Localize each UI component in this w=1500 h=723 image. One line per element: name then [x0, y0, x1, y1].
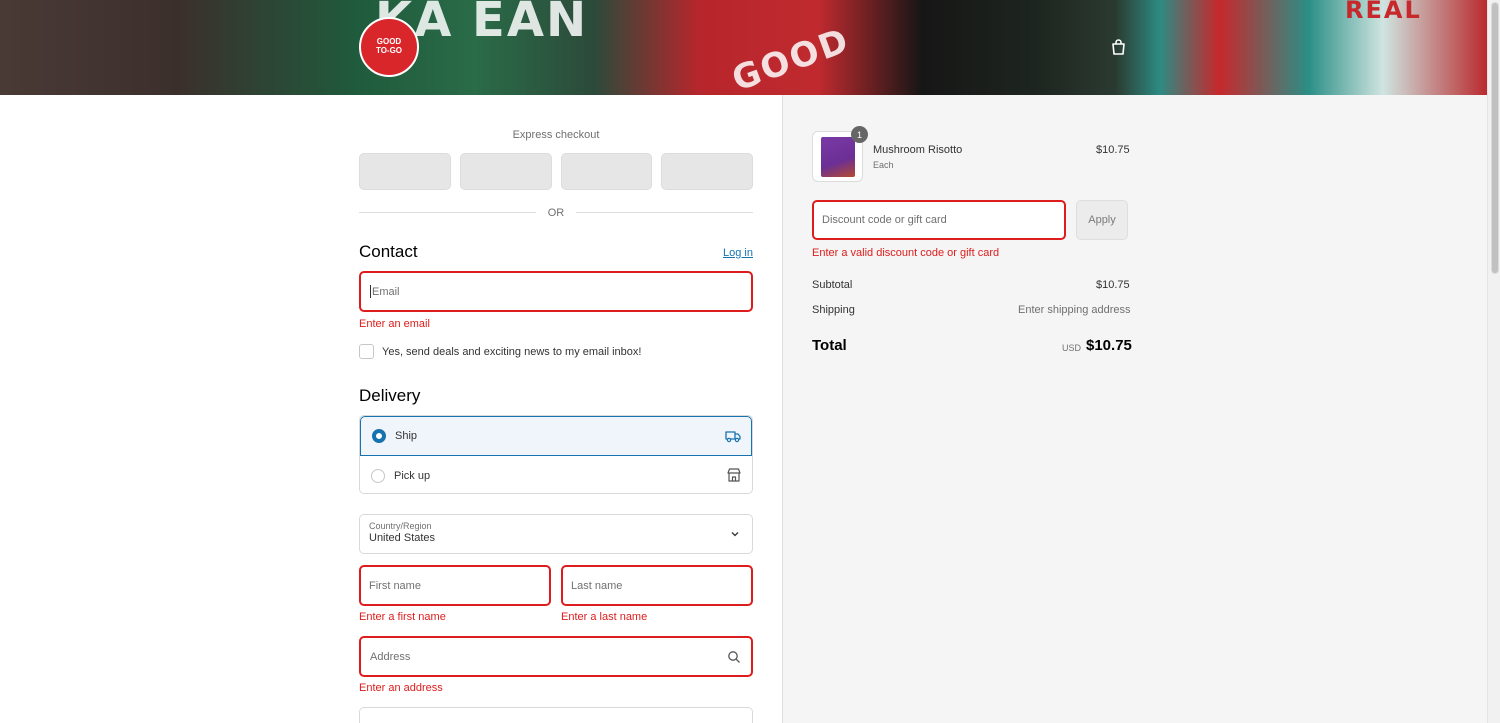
page-scrollbar[interactable]	[1487, 0, 1500, 723]
first-name-field[interactable]: First name	[359, 565, 551, 606]
divider-line	[576, 212, 753, 213]
quantity-badge: 1	[851, 126, 868, 143]
first-name-error: Enter a first name	[359, 611, 446, 623]
logo-text: GOOD TO-GO	[375, 37, 403, 55]
address-error: Enter an address	[359, 682, 443, 694]
delivery-heading: Delivery	[359, 386, 421, 405]
product-thumbnail: 1	[812, 126, 868, 182]
marketing-optin[interactable]: Yes, send deals and exciting news to my …	[359, 344, 641, 359]
product-image	[821, 137, 855, 177]
brand-logo[interactable]: GOOD TO-GO	[359, 17, 419, 77]
delivery-option-pickup[interactable]: Pick up	[360, 456, 752, 493]
express-checkout-buttons	[359, 153, 753, 190]
currency-code: USD	[1062, 343, 1082, 353]
search-icon	[728, 651, 740, 663]
last-name-placeholder: Last name	[571, 579, 623, 592]
discount-placeholder: Discount code or gift card	[822, 214, 947, 226]
express-checkout-label: Express checkout	[512, 129, 600, 141]
discount-error: Enter a valid discount code or gift card	[812, 247, 1000, 259]
last-name-field[interactable]: Last name	[561, 565, 753, 606]
product-name: Mushroom Risotto	[873, 144, 963, 156]
marketing-checkbox[interactable]	[359, 344, 374, 359]
pickup-label: Pick up	[394, 469, 431, 482]
email-error: Enter an email	[359, 318, 430, 330]
banner-package-text: REAL	[1345, 0, 1422, 24]
subtotal-value: $10.75	[1096, 279, 1130, 291]
address-field[interactable]: Address	[359, 636, 753, 677]
store-icon	[727, 468, 741, 482]
marketing-optin-label: Yes, send deals and exciting news to my …	[382, 345, 642, 358]
express-pay-button[interactable]	[661, 153, 753, 190]
or-divider: OR	[359, 207, 753, 219]
address-placeholder: Address	[370, 650, 411, 663]
first-name-placeholder: First name	[369, 579, 421, 592]
login-link[interactable]: Log in	[723, 247, 753, 259]
country-label: Country/Region	[369, 521, 432, 531]
ship-radio[interactable]	[372, 429, 386, 443]
total-label: Total	[812, 337, 847, 354]
truck-icon	[725, 431, 741, 443]
shipping-value: Enter shipping address	[1018, 304, 1131, 316]
last-name-error: Enter a last name	[561, 611, 648, 623]
email-placeholder: Email	[372, 285, 400, 298]
contact-heading: Contact	[359, 242, 418, 261]
delivery-method-group: Ship Pick up	[359, 415, 753, 494]
header-banner: KA EAN GOOD REAL	[0, 0, 1487, 95]
product-price: $10.75	[1096, 144, 1130, 156]
apply-discount-button[interactable]: Apply	[1076, 200, 1128, 240]
shipping-label: Shipping	[812, 304, 855, 316]
country-select[interactable]: Country/Region United States	[359, 514, 753, 554]
or-label: OR	[547, 207, 565, 219]
total-value: $10.75	[1086, 337, 1132, 354]
order-summary-panel	[782, 95, 1487, 723]
subtotal-label: Subtotal	[812, 279, 853, 291]
express-pay-button[interactable]	[459, 153, 552, 190]
scrollbar-thumb[interactable]	[1491, 2, 1499, 274]
email-field[interactable]: Email	[359, 271, 753, 312]
country-value: United States	[369, 532, 436, 544]
shopping-bag-icon[interactable]	[1110, 39, 1127, 56]
product-variant: Each	[873, 160, 894, 170]
text-cursor	[370, 285, 371, 298]
apartment-field[interactable]	[359, 707, 753, 723]
banner-package-text: GOOD	[726, 20, 856, 95]
chevron-down-icon	[731, 532, 739, 537]
discount-code-input[interactable]: Discount code or gift card	[812, 200, 1066, 240]
delivery-option-ship[interactable]: Ship	[360, 416, 752, 456]
pickup-radio[interactable]	[371, 468, 385, 483]
express-pay-button[interactable]	[359, 153, 451, 190]
express-pay-button[interactable]	[560, 153, 653, 190]
ship-label: Ship	[395, 430, 418, 442]
